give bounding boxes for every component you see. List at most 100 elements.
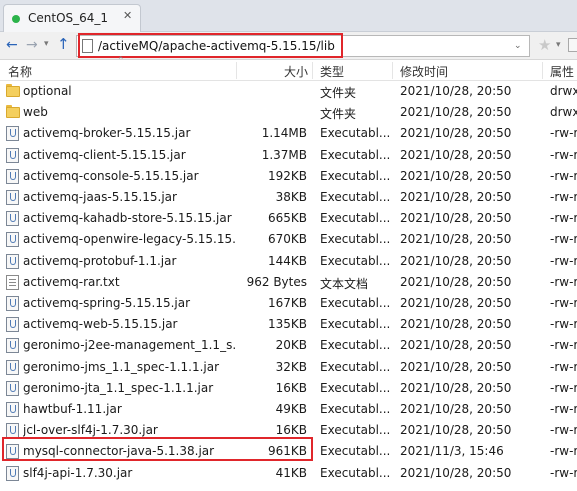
file-permissions: -rw-r [550,147,577,162]
file-name: activemq-jaas-5.15.15.jar [23,190,177,204]
file-type: Executabl... [320,444,390,459]
arrow-left-icon[interactable]: ← [6,37,18,53]
column-size[interactable]: 大小 [284,63,308,80]
file-row[interactable]: activemq-openwire-legacy-5.15.15.... 670K… [0,229,577,250]
file-size: 670KB [267,232,307,247]
java-jar-icon [6,465,19,481]
java-jar-icon [6,296,19,311]
file-size: 144KB [267,253,307,268]
tab-session[interactable]: CentOS_64_1 ✕ [3,4,141,32]
file-permissions: -rw-r [550,423,577,438]
file-type: 文件夹 [320,107,357,122]
file-modified: 2021/11/3, 15:46 [400,444,504,459]
file-row[interactable]: activemq-rar.txt 962 Bytes 文本文档 2021/10/28,… [0,272,577,293]
file-name: optional [23,84,72,98]
file-permissions: -rw-r [550,126,577,141]
column-name[interactable]: 名称 [8,63,32,80]
column-type[interactable]: 类型 [320,63,344,80]
file-permissions: -rw-r [550,317,577,332]
file-row[interactable]: activemq-broker-5.15.15.jar 1.14MB Executa… [0,123,577,144]
file-row[interactable]: activemq-console-5.15.15.jar 192KB Executa… [0,166,577,187]
java-jar-icon [6,338,19,354]
file-row[interactable]: activemq-kahadb-store-5.15.15.jar 665KB Ex… [0,208,577,229]
java-jar-icon [6,190,19,205]
toolbar-overflow-button[interactable] [568,38,577,52]
file-row[interactable]: hawtbuf-1.11.jar 49KB Executabl... 2021/10/… [0,399,577,420]
java-jar-icon [6,147,19,163]
file-row[interactable]: activemq-web-5.15.15.jar 135KB Executabl..… [0,314,577,335]
file-permissions: -rw-r [550,402,577,416]
file-size: 135KB [267,317,307,332]
arrow-right-icon[interactable]: → [26,37,38,53]
file-permissions: -rw-r [550,444,577,459]
file-name: geronimo-jta_1.1_spec-1.1.1.jar [23,380,214,395]
file-name: jcl-over-slf4j-1.7.30.jar [23,423,158,438]
file-permissions: -rw-r [550,232,577,247]
file-row[interactable]: geronimo-j2ee-management_1.1_s... 20KB Exe… [0,335,577,356]
file-name: activemq-broker-5.15.15.jar [23,126,191,141]
column-divider[interactable] [236,62,237,79]
file-type: Executabl... [320,359,390,374]
path-highlight-box [78,33,343,58]
file-row[interactable]: optional 文件夹 2021/10/28, 20:50 drwx [0,81,577,102]
file-name: activemq-client-5.15.15.jar [23,147,186,162]
folder-icon [6,86,20,97]
file-size: 192KB [267,168,307,183]
file-row[interactable]: geronimo-jta_1.1_spec-1.1.1.jar 16KB Execu… [0,378,577,399]
arrow-up-icon[interactable]: ↑ [57,35,70,53]
java-jar-icon [6,168,19,184]
file-size: 1.37MB [261,147,307,162]
file-row[interactable]: slf4j-api-1.7.30.jar 41KB Executabl... 2021… [0,463,577,484]
java-jar-icon [6,423,19,439]
file-row[interactable]: web 文件夹 2021/10/28, 20:50 drwx [0,102,577,123]
file-modified: 2021/10/28, 20:50 [400,105,512,120]
file-name: activemq-rar.txt [23,274,120,289]
file-permissions: -rw-r [550,380,577,395]
file-size: 16KB [275,423,307,438]
star-icon[interactable]: ★ [538,36,551,54]
file-modified: 2021/10/28, 20:50 [400,168,512,183]
row-highlight-box [2,437,313,461]
java-jar-icon [6,402,19,417]
file-permissions: -rw-r [550,465,577,480]
column-divider[interactable] [542,62,543,79]
file-modified: 2021/10/28, 20:50 [400,423,512,438]
file-row[interactable]: activemq-client-5.15.15.jar 1.37MB Executa… [0,145,577,166]
file-name: geronimo-jms_1.1_spec-1.1.1.jar [23,359,220,374]
file-type: Executabl... [320,211,390,226]
file-type: Executabl... [320,168,390,183]
file-name: activemq-web-5.15.15.jar [23,317,178,332]
file-type: Executabl... [320,317,390,332]
file-row[interactable]: geronimo-jms_1.1_spec-1.1.1.jar 32KB Execu… [0,357,577,378]
file-permissions: -rw-r [550,253,577,268]
file-permissions: drwx [550,105,577,120]
file-size: 41KB [275,465,307,480]
file-type: Executabl... [320,402,390,416]
file-name: activemq-kahadb-store-5.15.15.jar [23,211,232,226]
tab-bar: CentOS_64_1 ✕ [0,0,577,32]
file-row[interactable]: activemq-jaas-5.15.15.jar 38KB Executabl..… [0,187,577,208]
file-size: 32KB [275,359,307,374]
column-perm[interactable]: 属性 [550,63,574,80]
column-divider[interactable] [312,62,313,79]
file-size: 1.14MB [261,126,307,141]
chevron-down-icon[interactable]: ⌄ [514,41,522,51]
file-type: Executabl... [320,126,390,141]
file-row[interactable]: activemq-protobuf-1.1.jar 144KB Executabl.… [0,251,577,272]
history-dropdown-icon[interactable]: ▾ [44,39,49,49]
file-row[interactable]: activemq-spring-5.15.15.jar 167KB Executab… [0,293,577,314]
file-name: activemq-spring-5.15.15.jar [23,296,191,310]
file-size: 38KB [275,190,307,204]
file-modified: 2021/10/28, 20:50 [400,296,512,310]
file-modified: 2021/10/28, 20:50 [400,274,512,289]
file-type: 文件夹 [320,86,357,100]
column-modified[interactable]: 修改时间 [400,63,448,80]
close-icon[interactable]: ✕ [123,9,132,22]
file-modified: 2021/10/28, 20:50 [400,402,512,416]
bookmark-dropdown-icon[interactable]: ▾ [556,40,561,50]
column-divider[interactable] [392,62,393,79]
file-type: 文本文档 [320,276,369,291]
file-modified: 2021/10/28, 20:50 [400,126,512,141]
file-permissions: drwx [550,84,577,98]
file-name: web [23,105,48,120]
